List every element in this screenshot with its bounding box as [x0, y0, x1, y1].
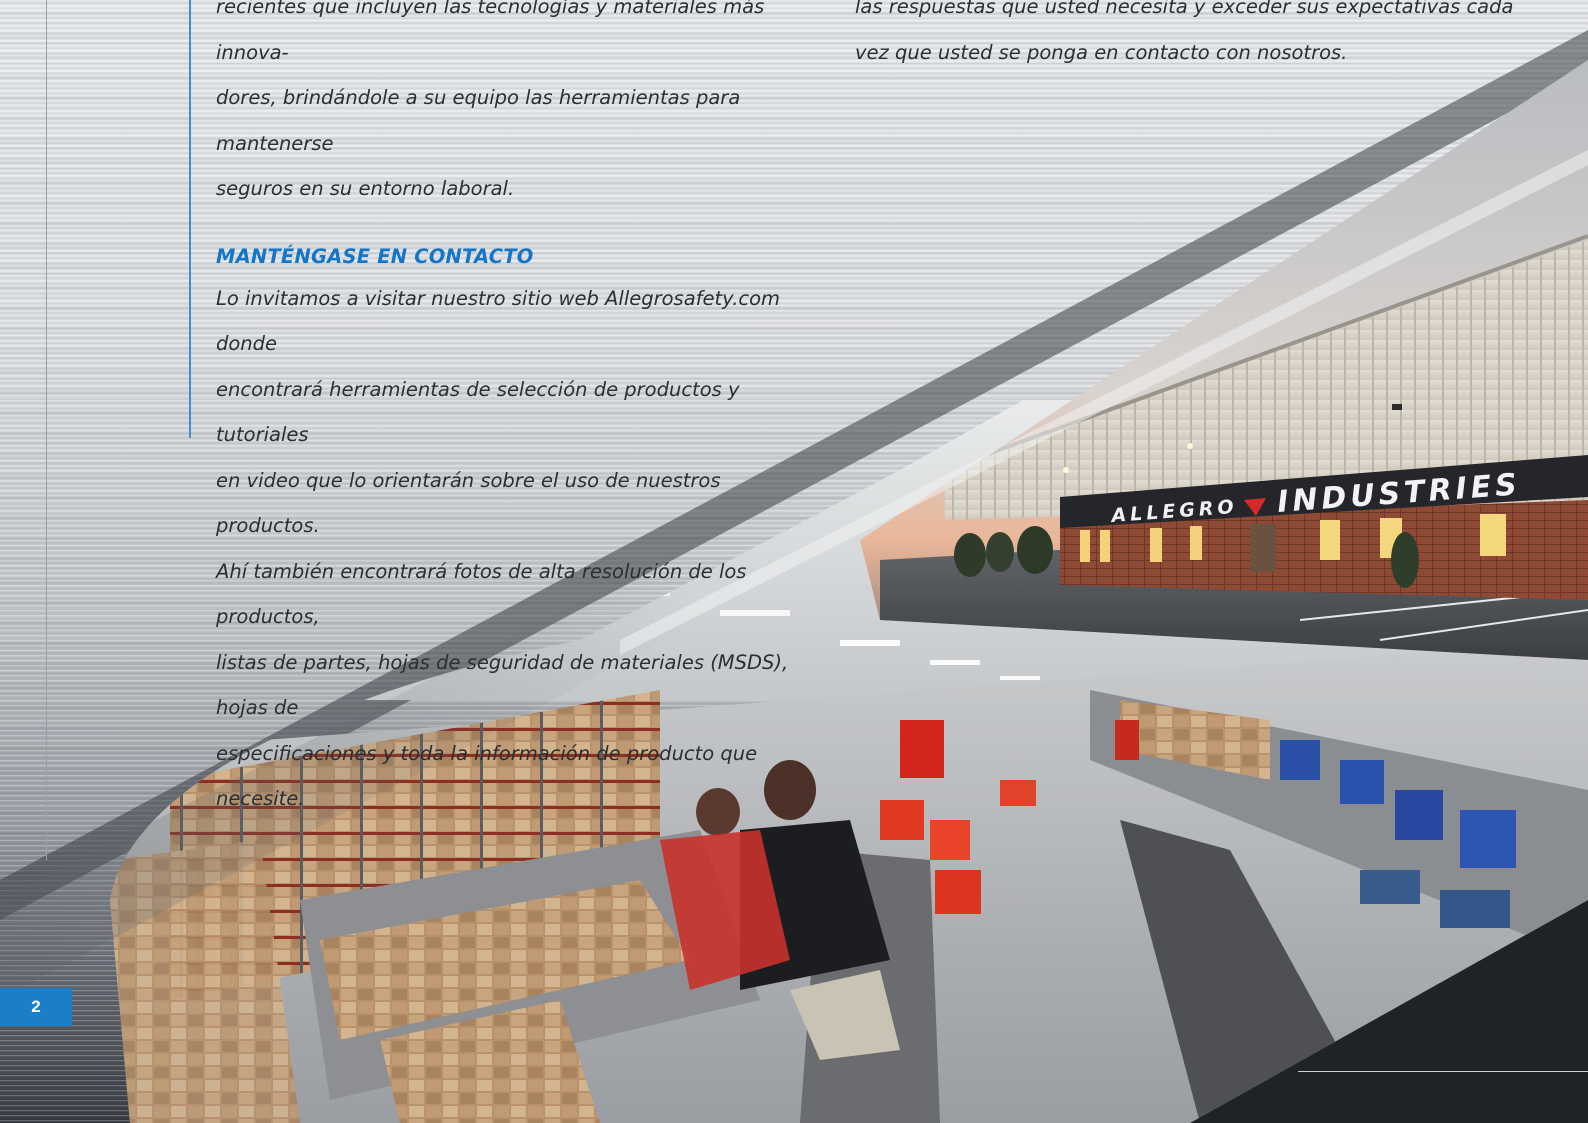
paragraph-line: en video que lo orientarán sobre el uso …	[216, 468, 721, 538]
building-exterior-photo: ALLEGRO INDUSTRIES	[860, 60, 1588, 660]
margin-rule-accent	[189, 0, 191, 438]
paragraph-line: Lo invitamos a visitar nuestro sitio web…	[216, 286, 781, 356]
paragraph-line: las respuestas que usted necesita y exce…	[855, 0, 1514, 18]
left-text-column: recientes que incluyen las tecnologías y…	[216, 0, 826, 822]
page-number-tab: 2	[0, 988, 72, 1026]
right-text-column: las respuestas que usted necesita y exce…	[855, 0, 1575, 75]
paragraph-line: Ahí también encontrará fotos de alta res…	[216, 559, 747, 629]
bottom-rule	[1298, 1071, 1588, 1072]
paragraph-line: dores, brindándole a su equipo las herra…	[216, 86, 741, 155]
paragraph-line: especificaciones y toda la información d…	[216, 741, 758, 811]
brochure-page: ALLEGRO INDUSTRIES recientes que incluye…	[0, 0, 1588, 1123]
margin-rule-outer	[46, 0, 47, 860]
paragraph-line: encontrará herramientas de selección de …	[216, 377, 740, 447]
section-heading: MANTÉNGASE EN CONTACTO	[216, 244, 534, 268]
paragraph-line: listas de partes, hojas de seguridad de …	[216, 650, 789, 720]
paragraph-line: seguros en su entorno laboral.	[216, 177, 515, 200]
page-number: 2	[31, 997, 41, 1016]
paragraph-line: vez que usted se ponga en contacto con n…	[855, 40, 1348, 64]
paragraph-line: recientes que incluyen las tecnologías y…	[216, 0, 765, 64]
